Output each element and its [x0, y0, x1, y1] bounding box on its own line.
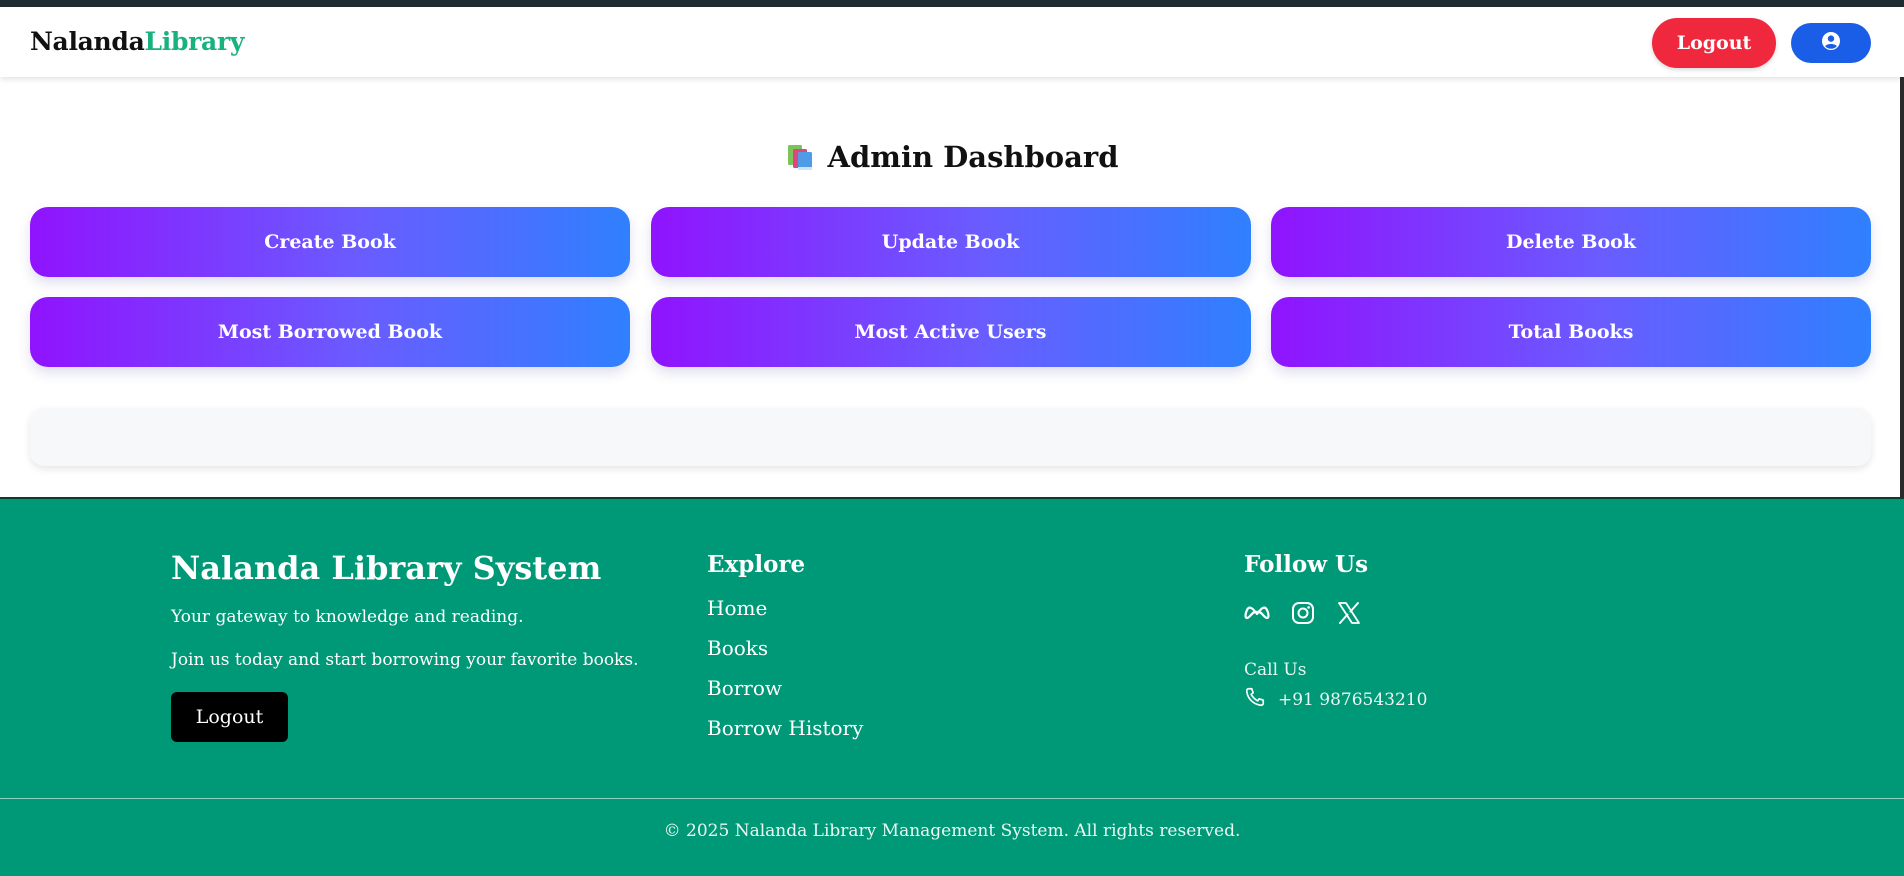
meta-icon[interactable]	[1244, 600, 1270, 626]
footer-cta-text: Join us today and start borrowing your f…	[171, 650, 639, 670]
footer-explore: Explore Home Books Borrow Borrow History	[707, 551, 863, 755]
copyright-text: © 2025 Nalanda Library Management System…	[663, 821, 1241, 841]
top-strip	[0, 0, 1904, 7]
create-book-button[interactable]: Create Book	[30, 207, 630, 277]
call-us-label: Call Us	[1244, 660, 1307, 680]
most-borrowed-book-button[interactable]: Most Borrowed Book	[30, 297, 630, 367]
brand-accent: Library	[144, 27, 245, 56]
footer-border	[0, 497, 1904, 499]
action-grid: Create Book Update Book Delete Book Most…	[30, 207, 1871, 367]
most-active-users-button[interactable]: Most Active Users	[650, 297, 1251, 367]
user-circle-icon	[1821, 31, 1841, 55]
footer: Nalanda Library System Your gateway to k…	[0, 497, 1904, 876]
books-icon	[786, 142, 816, 172]
page-title: Admin Dashboard	[0, 140, 1904, 174]
footer-link-borrow-history[interactable]: Borrow History	[707, 715, 863, 755]
result-panel	[30, 408, 1871, 466]
explore-heading: Explore	[707, 551, 806, 578]
x-icon[interactable]	[1336, 600, 1362, 626]
instagram-icon[interactable]	[1290, 600, 1316, 626]
footer-about: Nalanda Library System Your gateway to k…	[171, 549, 638, 742]
total-books-button[interactable]: Total Books	[1271, 297, 1871, 367]
footer-link-home[interactable]: Home	[707, 595, 863, 635]
brand-logo[interactable]: NalandaLibrary	[30, 27, 244, 56]
phone-number[interactable]: +91 9876543210	[1278, 690, 1427, 710]
phone-icon	[1244, 686, 1266, 713]
navbar: NalandaLibrary Logout	[0, 7, 1904, 77]
profile-button[interactable]	[1791, 23, 1871, 63]
footer-logout-button[interactable]: Logout	[171, 692, 288, 742]
follow-heading: Follow Us	[1244, 551, 1369, 578]
delete-book-button[interactable]: Delete Book	[1271, 207, 1871, 277]
logout-button[interactable]: Logout	[1652, 18, 1776, 68]
brand-name: Nalanda	[30, 27, 145, 56]
footer-tagline: Your gateway to knowledge and reading.	[171, 607, 524, 627]
footer-link-borrow[interactable]: Borrow	[707, 675, 863, 715]
footer-title: Nalanda Library System	[171, 549, 602, 587]
footer-divider	[0, 798, 1904, 799]
explore-links: Home Books Borrow Borrow History	[707, 595, 863, 755]
page-title-text: Admin Dashboard	[827, 140, 1119, 174]
update-book-button[interactable]: Update Book	[650, 207, 1251, 277]
social-links	[1244, 600, 1427, 626]
phone-row: +91 9876543210	[1244, 686, 1427, 713]
footer-follow: Follow Us Call Us +91 9876543210	[1244, 551, 1427, 713]
footer-link-books[interactable]: Books	[707, 635, 863, 675]
